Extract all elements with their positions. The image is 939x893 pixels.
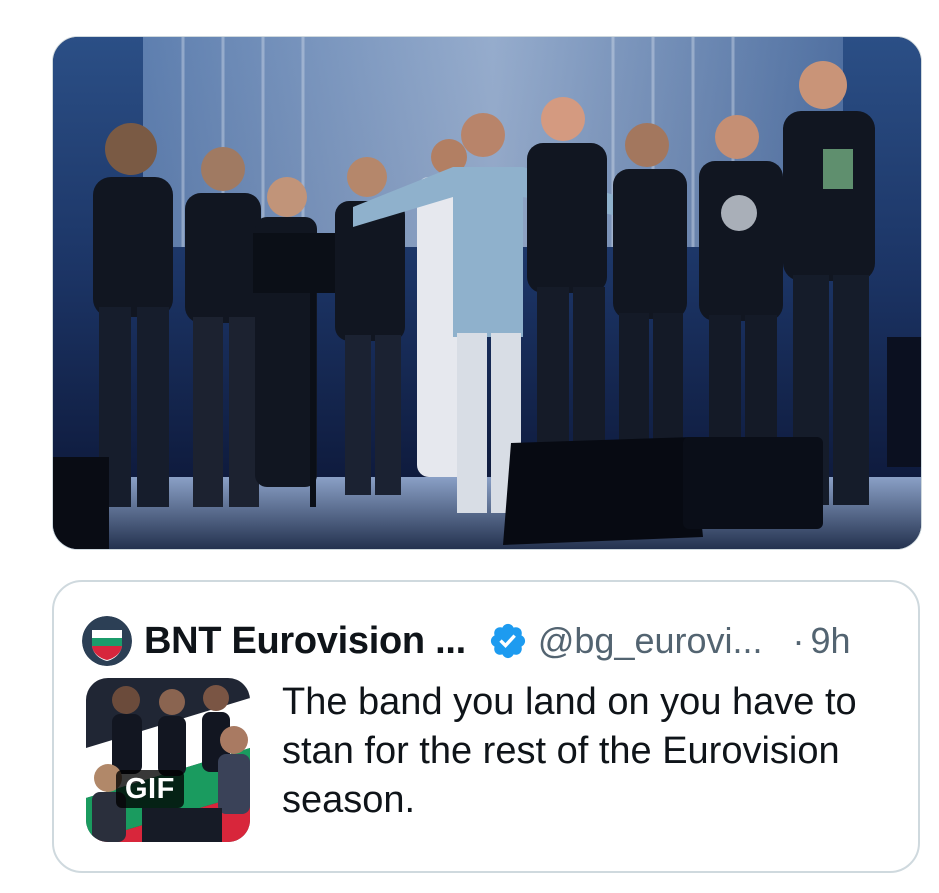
tweet-photo[interactable]: [52, 36, 922, 550]
user-handle[interactable]: @bg_eurovi...: [538, 620, 763, 662]
display-name[interactable]: BNT Eurovision ...: [144, 620, 466, 663]
gif-thumbnail[interactable]: GIF: [86, 678, 250, 842]
gif-preview-image: [86, 678, 250, 842]
quoted-tweet-card[interactable]: BNT Eurovision ... @bg_eurovi... · 9h GI…: [52, 580, 920, 873]
timestamp[interactable]: 9h: [811, 620, 851, 662]
quoted-tweet-header: BNT Eurovision ... @bg_eurovi... · 9h: [82, 616, 890, 666]
time-separator: ·: [792, 620, 805, 661]
bnt-avatar-icon[interactable]: [82, 616, 132, 666]
verified-badge-icon: [490, 623, 525, 659]
gif-badge: GIF: [116, 770, 184, 808]
band-on-stage-photo: [53, 37, 921, 549]
quoted-tweet-text: The band you land on you have to stan fo…: [282, 681, 857, 821]
